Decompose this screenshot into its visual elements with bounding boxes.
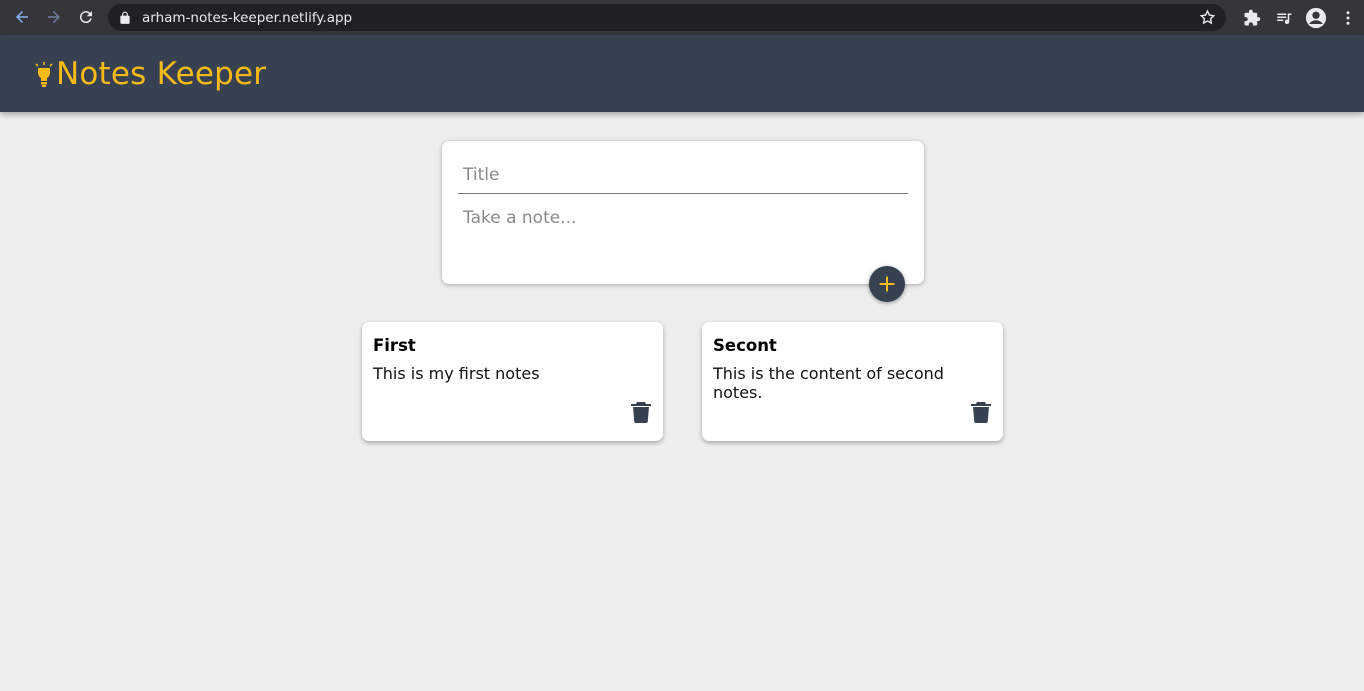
media-icon — [1277, 13, 1292, 24]
url-text[interactable]: arham-notes-keeper.netlify.app — [142, 10, 352, 26]
note-card: Secont This is the content of second not… — [702, 322, 1003, 441]
plus-icon — [879, 276, 895, 292]
note-content: This is the content of second notes. — [713, 364, 944, 402]
extensions-button[interactable] — [1236, 2, 1268, 34]
note-card: First This is my first notes — [362, 322, 663, 441]
add-note-button[interactable] — [869, 266, 905, 302]
app-title: Notes Keeper — [56, 55, 267, 92]
address-bar[interactable]: arham-notes-keeper.netlify.app — [108, 4, 1226, 31]
trash-icon — [631, 402, 651, 423]
star-icon[interactable] — [1199, 9, 1216, 26]
reload-icon — [79, 11, 92, 24]
note-title: Secont — [713, 336, 777, 355]
create-note-form — [442, 141, 924, 284]
back-icon — [16, 11, 28, 23]
forward-button[interactable] — [38, 1, 70, 33]
menu-icon — [1346, 10, 1350, 25]
trash-icon — [971, 402, 991, 423]
lightbulb-icon — [35, 61, 53, 87]
extensions-icon — [1244, 9, 1261, 25]
app-header: Notes Keeper — [0, 35, 1364, 112]
menu-button[interactable] — [1332, 2, 1364, 34]
note-content-input[interactable] — [458, 203, 908, 263]
media-button[interactable] — [1268, 2, 1300, 34]
reload-button[interactable] — [70, 1, 102, 33]
note-title: First — [373, 336, 416, 355]
delete-note-button[interactable] — [971, 401, 991, 423]
note-content: This is my first notes — [373, 364, 540, 383]
profile-icon — [1305, 7, 1327, 28]
lock-icon — [120, 11, 130, 24]
profile-button[interactable] — [1300, 2, 1332, 34]
forward-icon — [48, 11, 60, 23]
delete-note-button[interactable] — [631, 401, 651, 423]
browser-toolbar: arham-notes-keeper.netlify.app — [0, 0, 1364, 35]
note-title-input[interactable] — [458, 157, 908, 194]
back-button[interactable] — [6, 1, 38, 33]
